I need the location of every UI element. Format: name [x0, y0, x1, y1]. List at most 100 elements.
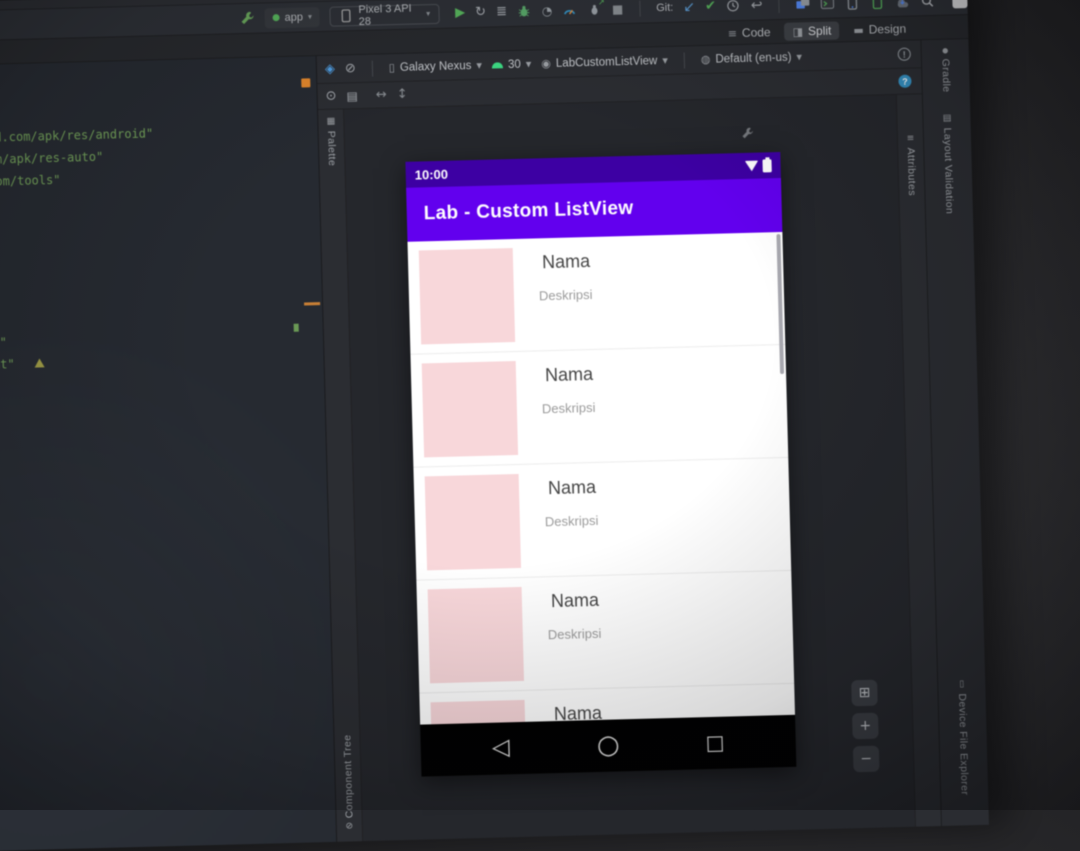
tab-code[interactable]: ≡ Code [728, 25, 771, 40]
list-item[interactable]: Nama Deskripsi [416, 571, 794, 694]
list-item[interactable]: Nama Deskripsi [413, 458, 791, 581]
zoom-out-button[interactable]: − [853, 746, 880, 773]
item-image-placeholder [431, 700, 527, 725]
phone-icon: ▯ [389, 62, 395, 73]
device-manager-icon[interactable] [845, 0, 860, 11]
gradle-sync-wrench-icon[interactable] [239, 10, 254, 26]
history-clock-icon[interactable] [726, 0, 741, 14]
nav-back-icon[interactable]: ◁ [492, 736, 510, 759]
terminal-icon[interactable] [820, 0, 835, 11]
phone-app-bar: Lab - Custom ListView [406, 178, 782, 242]
toolbar-separator [778, 0, 779, 12]
item-image-placeholder [422, 361, 518, 457]
device-file-explorer-icon: ▯ [959, 680, 964, 689]
item-description: Deskripsi [545, 513, 599, 529]
item-image-placeholder [428, 587, 524, 683]
tab-layout-validation[interactable]: ▤ Layout Validation [941, 114, 956, 214]
module-label: app [284, 11, 303, 23]
tab-palette[interactable]: ▦ Palette [325, 118, 338, 167]
code-line: .com/apk/res-auto" [0, 150, 103, 167]
item-description: Deskripsi [539, 287, 593, 303]
editor-marker-square [301, 78, 310, 87]
code-line: d.com/tools" [0, 173, 61, 189]
globe-icon: ◍ [701, 54, 711, 65]
issues-badge[interactable]: ! [898, 48, 911, 61]
render-options-wrench-icon[interactable] [741, 127, 754, 140]
debug-bug-icon[interactable] [517, 3, 532, 19]
git-update-button[interactable]: ↙ [683, 0, 695, 14]
tab-attributes[interactable]: ≡ Attributes [904, 134, 918, 196]
tab-split[interactable]: ◨ Split [784, 21, 839, 40]
code-line: ent" [0, 335, 7, 350]
apply-changes-button[interactable]: ↻ [475, 6, 486, 19]
item-name: Nama [551, 590, 600, 612]
battery-icon [762, 159, 771, 172]
design-icon: ▬ [853, 24, 864, 35]
chevron-down-icon: ▾ [308, 13, 312, 21]
phone-preview: 10:00 Lab - Custom ListView [405, 152, 796, 777]
run-with-coverage-button[interactable]: ◔ [542, 4, 553, 16]
locale-dropdown[interactable]: ◍ Default (en-us) ▾ [701, 51, 802, 66]
tab-gradle[interactable]: ● Gradle [939, 47, 952, 92]
run-button[interactable]: ▶ [455, 6, 465, 19]
design-surface-icon[interactable]: ◈ [325, 63, 335, 76]
tab-component-tree[interactable]: Component Tree ⊘ [341, 735, 356, 832]
chevron-down-icon: ▾ [796, 51, 802, 62]
component-tree-icon: ⊘ [345, 822, 353, 831]
vertical-resize-icon[interactable]: ↕ [397, 88, 408, 101]
xml-code-editor[interactable]: roid.com/apk/res/android" .com/apk/res-a… [0, 56, 337, 851]
git-commit-button[interactable]: ✔ [705, 0, 716, 13]
nav-home-icon[interactable]: ○ [597, 732, 620, 759]
rollback-button[interactable]: ↩ [751, 0, 763, 12]
tab-design[interactable]: ▬ Design [853, 22, 906, 37]
attach-debugger-icon[interactable]: ↗ [587, 1, 602, 17]
search-icon[interactable] [919, 0, 934, 9]
wifi-icon [744, 160, 758, 171]
window-widget-icon[interactable] [952, 0, 967, 8]
design-canvas[interactable]: 10:00 Lab - Custom ListView [344, 95, 915, 841]
running-devices-icon[interactable] [870, 0, 885, 10]
tab-device-file-explorer[interactable]: ▯ Device File Explorer [956, 680, 971, 795]
module-selector[interactable]: app ▾ [264, 7, 320, 28]
api-level-dropdown[interactable]: 30 ▾ [492, 58, 532, 71]
device-dropdown[interactable]: ▯ Galaxy Nexus ▾ [389, 59, 482, 73]
toolbar-separator [684, 52, 685, 68]
zoom-fit-button[interactable]: ⊞ [851, 680, 878, 707]
theme-icon: ◉ [541, 58, 551, 69]
chevron-down-icon: ▾ [526, 58, 532, 69]
toolbar-separator [639, 0, 640, 16]
custom-listview[interactable]: Nama Deskripsi Nama Deskripsi Nama [407, 232, 795, 725]
nav-recents-icon[interactable]: □ [705, 732, 724, 752]
theme-dropdown[interactable]: ◉ LabCustomListView ▾ [541, 54, 668, 69]
item-name: Nama [545, 364, 594, 386]
profiler-gauge-icon[interactable] [562, 2, 577, 18]
canvas-zoom-controls: ⊞ + − [851, 680, 879, 773]
gradle-icon: ● [942, 48, 948, 55]
help-badge[interactable]: ? [898, 75, 911, 88]
item-description: Deskripsi [542, 400, 596, 416]
stop-button[interactable]: ■ [612, 3, 624, 15]
device-label: Pixel 3 API 28 [358, 2, 421, 28]
list-item[interactable]: Nama Deskripsi [407, 232, 785, 355]
warning-icon [35, 358, 45, 367]
item-name: Nama [548, 477, 597, 499]
project-folders-icon[interactable] [795, 0, 810, 12]
ide-window: app ▾ Pixel 3 API 28 ▾ ▶ ↻ ≣ ◔ ↗ ■ Git: … [0, 0, 989, 851]
list-item[interactable]: Nama Deskripsi [410, 345, 788, 468]
zoom-in-button[interactable]: + [852, 713, 879, 740]
horizontal-resize-icon[interactable]: ↔ [376, 88, 387, 101]
orientation-icon[interactable]: ⊘ [345, 62, 356, 75]
device-selector[interactable]: Pixel 3 API 28 ▾ [330, 3, 440, 26]
phone-icon [339, 8, 354, 24]
git-label: Git: [656, 1, 673, 13]
editor-vcs-mark [294, 324, 299, 332]
list-view-icon[interactable]: ▤ [346, 90, 358, 102]
chevron-down-icon: ▾ [426, 10, 430, 18]
code-icon: ≡ [728, 28, 738, 39]
code-line: roid.com/apk/res/android" [0, 126, 153, 145]
apply-code-changes-button[interactable]: ≣ [496, 5, 507, 18]
sdk-manager-icon[interactable] [895, 0, 910, 9]
layout-design-panel: ◈ ⊘ ▯ Galaxy Nexus ▾ 30 ▾ ◉ LabCustomLis… [317, 40, 941, 842]
toolbar-separator [372, 60, 373, 76]
view-options-eye-icon[interactable]: ⊙ [325, 90, 336, 103]
